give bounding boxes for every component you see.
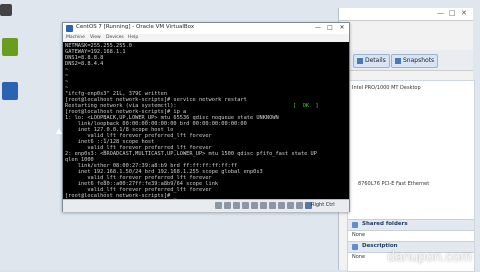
description-value: None xyxy=(352,254,366,260)
details-button[interactable]: Details xyxy=(353,54,390,68)
watermark: danupon.com xyxy=(387,248,472,264)
shared-folders-value: None xyxy=(352,232,366,238)
menu-help[interactable]: Help xyxy=(128,35,138,40)
shared-folders-header[interactable]: Shared folders xyxy=(348,219,474,231)
menu-machine[interactable]: Machine xyxy=(66,35,85,40)
optical-drive-icon[interactable] xyxy=(224,202,231,209)
description-icon xyxy=(352,244,358,250)
manager-titlebar: — □ ✕ xyxy=(339,8,473,21)
folder-icon xyxy=(352,222,358,228)
host-key-label: Right Ctrl xyxy=(311,202,335,208)
vm-menubar: Machine View Devices Help xyxy=(63,34,349,42)
audio-icon[interactable] xyxy=(233,202,240,209)
video-capture-icon[interactable] xyxy=(278,202,285,209)
vm-titlebar[interactable]: CentOS 7 [Running] - Oracle VM VirtualBo… xyxy=(63,23,349,34)
ok-badge: [ OK ] xyxy=(293,103,319,109)
vm-window: CentOS 7 [Running] - Oracle VM VirtualBo… xyxy=(62,22,350,212)
network-icon[interactable] xyxy=(242,202,249,209)
console-line: 2: enp0s3: <BROADCAST,MULTICAST,UP,LOWER… xyxy=(65,151,317,157)
manager-toolbar: Details Snapshots xyxy=(339,50,473,71)
nic-text: 8760L76 PCI-E Fast Ethernet xyxy=(358,181,430,187)
usb-icon[interactable] xyxy=(251,202,258,209)
mouse-cursor-icon xyxy=(56,128,62,134)
details-panel: Intel PRO/1000 MT Desktop 8760L76 PCI-E … xyxy=(347,80,475,272)
details-icon xyxy=(357,57,363,64)
snapshots-button[interactable]: Snapshots xyxy=(391,54,439,68)
vm-statusbar: Right Ctrl xyxy=(63,199,349,212)
minimize-button[interactable]: — xyxy=(313,24,323,32)
vm-console[interactable]: NETMASK=255.255.255.0 GATEWAY=192.168.1.1… xyxy=(63,42,349,199)
cpu-icon[interactable] xyxy=(287,202,294,209)
maximize-button[interactable]: □ xyxy=(325,24,335,32)
menu-view[interactable]: View xyxy=(90,35,101,40)
display-icon[interactable] xyxy=(269,202,276,209)
menu-devices[interactable]: Devices xyxy=(106,35,124,40)
close-button[interactable]: ✕ xyxy=(337,24,347,32)
window-title: CentOS 7 [Running] - Oracle VM VirtualBo… xyxy=(76,24,195,30)
shared-folder-icon[interactable] xyxy=(260,202,267,209)
minimize-icon[interactable]: — xyxy=(437,10,445,17)
virtualbox-icon[interactable] xyxy=(2,82,18,100)
snapshots-icon xyxy=(395,57,401,64)
adapter-text: Intel PRO/1000 MT Desktop xyxy=(352,85,421,91)
hard-disk-icon[interactable] xyxy=(215,202,222,209)
maximize-icon[interactable]: □ xyxy=(449,10,457,17)
nvidia-icon[interactable] xyxy=(2,38,18,56)
mouse-integration-icon[interactable] xyxy=(296,202,303,209)
close-icon[interactable]: ✕ xyxy=(461,10,469,17)
virtualbox-manager-window: — □ ✕ Details Snapshots Intel PRO/1000 M… xyxy=(338,8,475,272)
desktop: — □ ✕ Details Snapshots Intel PRO/1000 M… xyxy=(0,0,480,272)
console-line: DNS2=8.8.4.4 xyxy=(65,61,104,67)
virtualbox-icon xyxy=(66,25,73,32)
terminal-icon[interactable] xyxy=(0,4,12,16)
